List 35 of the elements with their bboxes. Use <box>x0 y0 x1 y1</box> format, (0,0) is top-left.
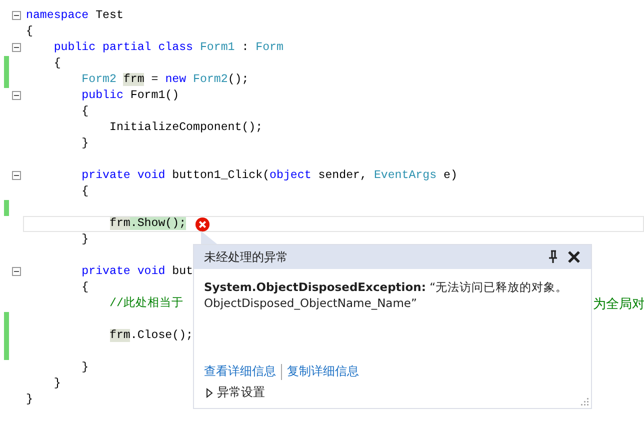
code-line: { <box>26 24 33 40</box>
code-line: public partial class Form1 : Form <box>52 40 284 56</box>
error-icon[interactable] <box>195 216 210 232</box>
code-line: InitializeComponent(); <box>108 120 263 136</box>
expand-icon[interactable] <box>206 388 213 398</box>
code-line: frm.Show(); <box>108 216 186 232</box>
code-line: namespace Test <box>26 8 124 24</box>
popup-title: 未经处理的异常 <box>204 248 289 266</box>
collapse-icon[interactable] <box>12 43 21 52</box>
collapse-icon[interactable] <box>12 91 21 100</box>
collapse-icon[interactable] <box>12 11 21 20</box>
code-line: public Form1() <box>80 88 180 104</box>
code-line: } <box>80 232 89 248</box>
code-line: private void button1_Click(object sender, EventArgs e) <box>80 168 458 184</box>
settings-expander[interactable]: 异常设置 <box>206 384 265 401</box>
popup-link[interactable]: 复制详细信息 <box>287 363 359 380</box>
collapse-icon[interactable] <box>12 171 21 180</box>
code-line: } <box>80 136 89 152</box>
code-line: //此处相当于 <box>108 296 184 312</box>
code-line: private void but <box>80 264 194 280</box>
code-line: frm.Close(); <box>108 328 193 344</box>
collapse-icon[interactable] <box>12 267 21 276</box>
code-line: } <box>26 392 33 408</box>
code-line: { <box>80 104 89 120</box>
code-line: { <box>80 280 89 296</box>
resize-grip-icon[interactable] <box>580 397 589 406</box>
code-line: } <box>52 376 61 392</box>
exception-message: System.ObjectDisposedException: “无法访问已释放的对象。 ObjectDisposed_ObjectName_Name” <box>203 279 569 311</box>
code-line: Form2 frm = new Form2(); <box>80 72 249 88</box>
close-icon[interactable] <box>567 250 581 264</box>
code-line: } <box>80 360 89 376</box>
pin-icon[interactable] <box>548 250 558 264</box>
popup-link[interactable]: 查看详细信息 <box>204 363 276 380</box>
code-line: { <box>52 56 61 72</box>
code-line: { <box>80 184 89 200</box>
